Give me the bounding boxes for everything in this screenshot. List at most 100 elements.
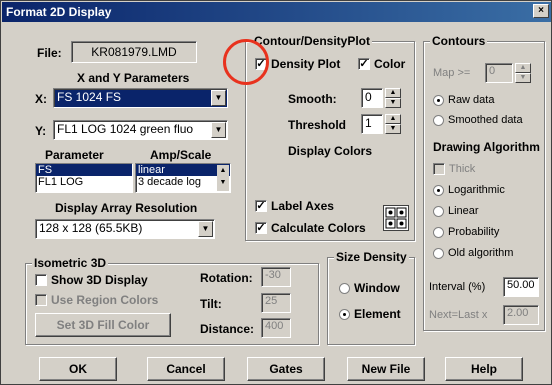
chevron-down-icon[interactable]: ▼: [198, 221, 213, 237]
checkbox-icon: [433, 163, 445, 175]
x-parameter-combo[interactable]: FS 1024 FS ▼: [53, 88, 228, 108]
chevron-down-icon[interactable]: ▼: [211, 122, 226, 138]
amp-scale-list[interactable]: linear 3 decade log ▲ ▼: [135, 163, 231, 193]
element-label: Element: [354, 307, 401, 321]
rotation-label: Rotation:: [200, 271, 253, 285]
list-item[interactable]: linear: [136, 164, 230, 176]
resolution-combo[interactable]: 128 x 128 (65.5KB) ▼: [35, 219, 215, 239]
parameter-list[interactable]: FS FL1 LOG: [35, 163, 133, 193]
interval-input[interactable]: 50.00: [503, 277, 539, 297]
checkbox-icon: [35, 294, 47, 306]
radio-selected-icon: [433, 184, 444, 196]
smoothed-data-radio[interactable]: Smoothed data: [433, 114, 523, 126]
format-2d-display-dialog: Format 2D Display × File: KR081979.LMD X…: [0, 0, 552, 385]
calculate-colors-checkbox[interactable]: ✓ Calculate Colors: [255, 221, 366, 235]
tilt-label: Tilt:: [200, 297, 222, 311]
next-last-input[interactable]: 2.00: [503, 305, 539, 325]
distance-input[interactable]: 400: [261, 318, 291, 338]
list-item[interactable]: FS: [36, 164, 132, 176]
probability-radio[interactable]: Probability: [433, 226, 499, 238]
window-label: Window: [354, 281, 400, 295]
chevron-down-icon[interactable]: ▼: [211, 90, 226, 106]
use-region-colors-checkbox[interactable]: Use Region Colors: [35, 293, 158, 307]
radio-icon: [433, 226, 444, 238]
spin-down-icon[interactable]: ▼: [385, 98, 401, 108]
label-axes-checkbox[interactable]: ✓ Label Axes: [255, 199, 334, 213]
show-3d-display-checkbox[interactable]: Show 3D Display: [35, 273, 148, 287]
new-file-button[interactable]: New File: [347, 357, 425, 381]
element-radio[interactable]: Element: [339, 307, 401, 321]
title-bar: Format 2D Display ×: [2, 2, 551, 22]
spin-down-icon[interactable]: ▼: [515, 73, 531, 83]
old-algorithm-label: Old algorithm: [448, 247, 514, 259]
label-axes-label: Label Axes: [271, 199, 334, 213]
spin-up-icon[interactable]: ▲: [515, 63, 531, 73]
raw-data-label: Raw data: [448, 94, 495, 106]
color-label: Color: [374, 57, 406, 71]
threshold-input[interactable]: 1: [361, 114, 383, 134]
amp-scale-value: 3 decade log: [138, 176, 201, 188]
y-label: Y:: [35, 124, 47, 138]
cancel-button[interactable]: Cancel: [147, 357, 225, 381]
raw-data-radio[interactable]: Raw data: [433, 94, 494, 106]
smooth-stepper[interactable]: ▲ ▼: [385, 88, 401, 108]
gates-button[interactable]: Gates: [247, 357, 325, 381]
spin-up-icon[interactable]: ▲: [385, 114, 401, 124]
window-radio[interactable]: Window: [339, 281, 400, 295]
tilt-input[interactable]: 25: [261, 293, 291, 313]
color-checkbox[interactable]: ✓ Color: [358, 57, 405, 71]
display-resolution-heading: Display Array Resolution: [55, 201, 198, 215]
smooth-input[interactable]: 0: [361, 88, 383, 108]
radio-selected-icon: [433, 94, 444, 106]
linear-radio[interactable]: Linear: [433, 205, 479, 217]
logarithmic-radio[interactable]: Logarithmic: [433, 184, 505, 196]
ok-button[interactable]: OK: [39, 357, 117, 381]
map-label: Map >=: [433, 67, 471, 79]
scrollbar[interactable]: ▲ ▼: [217, 165, 229, 191]
size-density-title: Size Density: [334, 250, 409, 264]
map-input[interactable]: 0: [485, 63, 513, 83]
threshold-stepper[interactable]: ▲ ▼: [385, 114, 401, 134]
x-parameter-value: FS 1024 FS: [57, 90, 122, 104]
radio-selected-icon: [339, 308, 350, 320]
contour-density-title: Contour/DensityPlot: [252, 34, 372, 48]
show-3d-display-label: Show 3D Display: [51, 273, 148, 287]
check-icon: ✓: [358, 58, 370, 70]
old-algorithm-radio[interactable]: Old algorithm: [433, 247, 513, 259]
rotation-input[interactable]: -30: [261, 267, 291, 287]
map-stepper[interactable]: ▲ ▼: [515, 63, 531, 83]
linear-label: Linear: [448, 205, 479, 217]
check-icon: ✓: [255, 222, 267, 234]
file-name-field: KR081979.LMD: [71, 41, 197, 63]
spin-down-icon[interactable]: ▼: [385, 124, 401, 134]
distance-label: Distance:: [200, 322, 255, 336]
amp-scale-value: linear: [138, 164, 165, 176]
set-3d-fill-color-button[interactable]: Set 3D Fill Color: [35, 313, 171, 337]
probability-label: Probability: [448, 226, 500, 238]
resolution-value: 128 x 128 (65.5KB): [39, 221, 143, 235]
radio-icon: [433, 114, 444, 126]
next-last-label: Next=Last x: [429, 309, 488, 321]
check-icon: ✓: [255, 200, 267, 212]
list-item[interactable]: FL1 LOG: [36, 176, 132, 188]
highlight-circle: [223, 39, 269, 85]
list-item[interactable]: 3 decade log: [136, 176, 230, 188]
y-parameter-combo[interactable]: FL1 LOG 1024 green fluo ▼: [53, 120, 228, 140]
close-button[interactable]: ×: [533, 4, 549, 18]
calculate-colors-label: Calculate Colors: [271, 221, 366, 235]
use-region-colors-label: Use Region Colors: [51, 293, 159, 307]
radio-icon: [339, 282, 350, 294]
thick-checkbox[interactable]: Thick: [433, 163, 475, 175]
isometric-3d-title: Isometric 3D: [32, 256, 109, 270]
parameter-column-header: Parameter: [45, 148, 104, 162]
drawing-algorithm-heading: Drawing Algorithm: [433, 140, 540, 154]
window-title: Format 2D Display: [6, 5, 112, 19]
contours-title: Contours: [430, 34, 488, 48]
threshold-label: Threshold: [288, 118, 347, 132]
display-colors-label: Display Colors: [288, 144, 373, 158]
y-parameter-value: FL1 LOG 1024 green fluo: [57, 122, 194, 136]
help-button[interactable]: Help: [445, 357, 523, 381]
color-palette-icon[interactable]: [383, 205, 409, 231]
radio-icon: [433, 247, 444, 259]
spin-up-icon[interactable]: ▲: [385, 88, 401, 98]
